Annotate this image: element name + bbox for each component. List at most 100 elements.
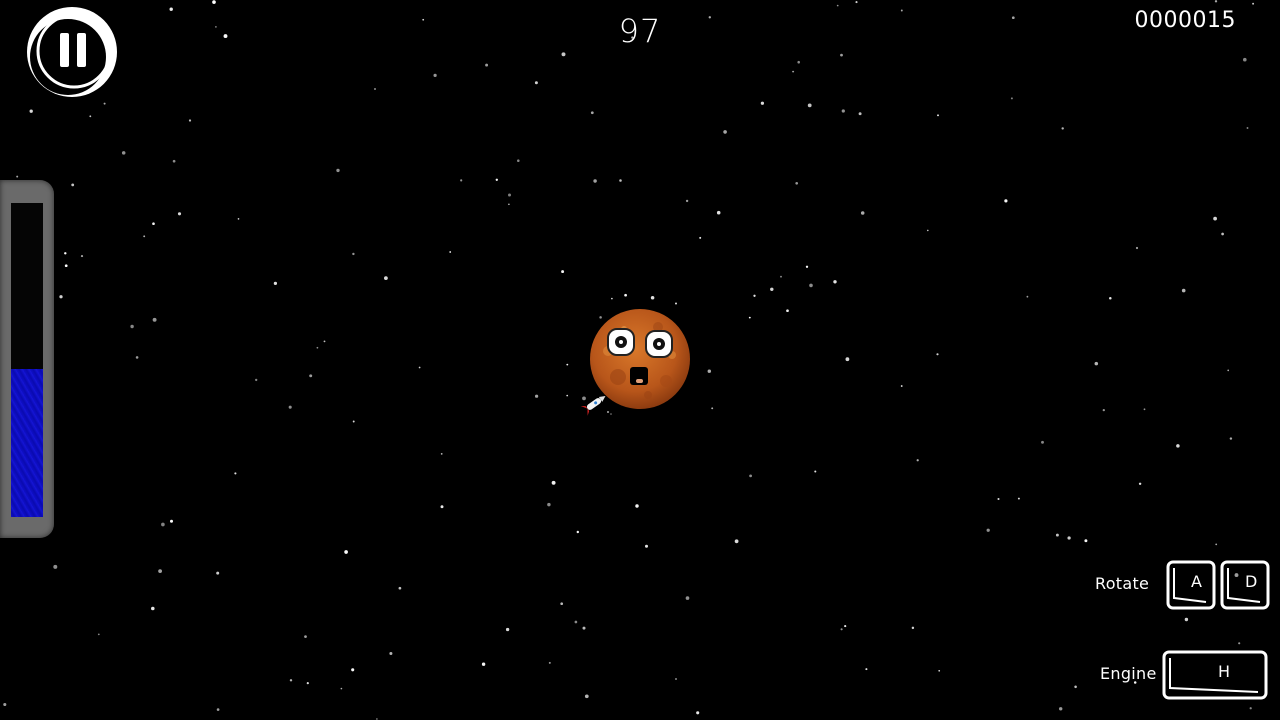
star [814,470,817,473]
star [507,193,512,197]
star [797,60,800,64]
star [685,199,689,203]
star [1238,642,1241,645]
star [517,159,520,162]
star [900,385,903,387]
star [237,218,240,220]
star [505,627,510,632]
star [1026,295,1029,298]
star [696,711,700,715]
star [29,109,33,113]
star [675,678,677,680]
star [169,7,173,11]
star [619,179,622,182]
star [234,472,237,475]
star [143,235,146,238]
star [645,544,648,548]
star [1084,539,1088,543]
star [911,626,915,630]
star [1135,246,1139,250]
star [855,1,858,4]
star [566,363,569,366]
star [1184,617,1189,622]
star [1094,361,1099,366]
star [309,374,313,378]
fuel-fill [11,369,43,517]
star [130,324,134,329]
star [177,212,182,216]
star [135,356,139,359]
star [805,265,809,268]
star [836,4,839,7]
star [97,633,100,636]
star [53,564,58,569]
star [433,73,437,78]
star [624,293,627,297]
star [708,16,711,19]
star [795,181,799,185]
star [1109,296,1112,300]
star [158,569,162,573]
star [845,357,850,362]
star [418,366,421,369]
star [336,168,340,173]
star [89,115,92,118]
rotate-right-key[interactable]: D [1220,560,1270,610]
engine-key[interactable]: H [1162,650,1268,700]
countdown-timer: 97 [618,12,662,50]
star [344,550,348,554]
star [1061,127,1064,130]
star [534,394,539,398]
star [352,420,355,423]
star [749,474,752,478]
star [188,119,192,122]
rotate-left-key-label: A [1191,572,1202,591]
pause-button[interactable] [22,5,120,103]
star [936,353,939,356]
star [566,394,569,397]
star [1243,57,1247,62]
engine-key-label: H [1218,662,1231,681]
star [374,88,376,90]
rocket-icon [578,392,612,416]
star [926,229,929,232]
star [734,539,739,544]
star [152,317,157,322]
rotate-left-key[interactable]: A [1166,560,1216,610]
star [1214,0,1218,3]
star [323,340,326,343]
star [273,281,278,286]
star [611,297,613,300]
star [900,9,903,12]
star [1041,440,1044,444]
star [440,505,444,509]
star [1058,707,1063,711]
star [1074,685,1077,689]
star [807,103,812,108]
star [1227,369,1230,372]
star [161,522,165,527]
star [675,302,677,305]
star [748,316,751,319]
star [216,708,220,711]
star [212,0,216,4]
star [1229,437,1233,440]
star [64,264,68,268]
star [384,276,388,280]
pause-icon [27,7,117,97]
star [1213,216,1217,221]
star [306,682,309,685]
star [560,602,564,606]
star [316,346,319,349]
star [858,112,862,116]
star [1102,408,1105,412]
star [707,369,712,373]
star [1246,127,1249,129]
star [16,175,19,178]
star [351,668,355,672]
star [289,679,293,682]
star [1215,543,1218,546]
star [481,662,486,666]
star [440,452,443,455]
star [780,275,782,278]
